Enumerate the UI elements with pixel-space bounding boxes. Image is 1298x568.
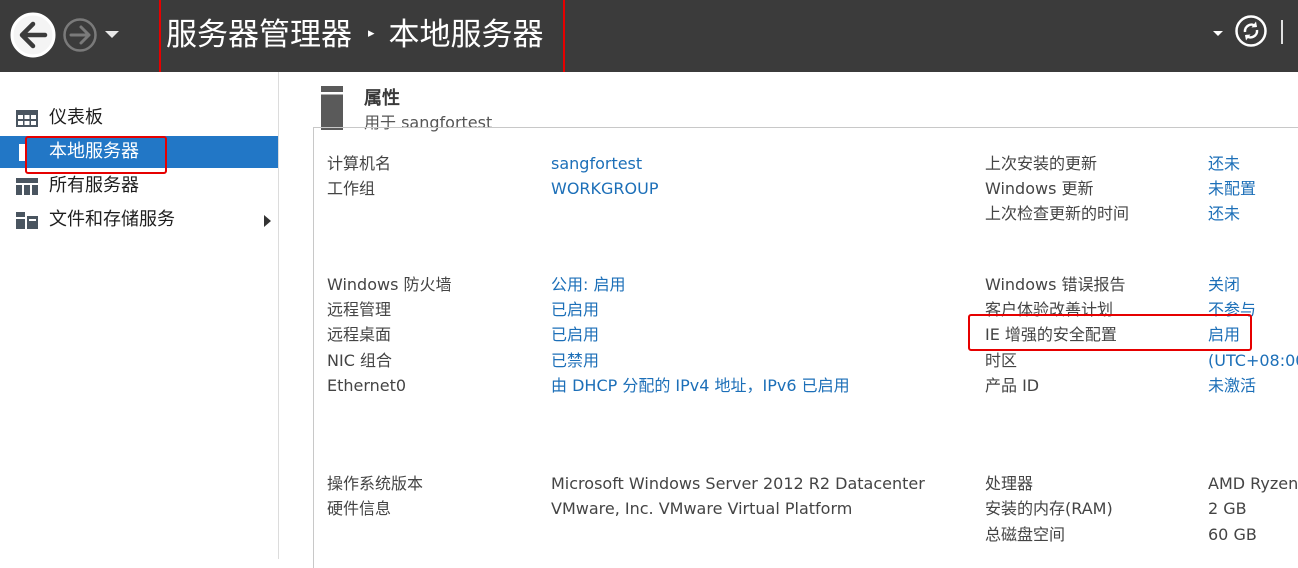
prop-label: Ethernet0: [327, 376, 407, 395]
sidebar-item-file-storage[interactable]: 文件和存储服务: [0, 204, 278, 236]
ceip-link[interactable]: 不参与: [1208, 298, 1298, 322]
prop-label: 安装的内存(RAM): [985, 499, 1113, 518]
prop-label: 产品 ID: [985, 376, 1040, 395]
computer-name-link[interactable]: sangfortest: [551, 152, 642, 176]
prop-label: Windows 防火墙: [327, 275, 452, 294]
prop-label: 时区: [985, 351, 1018, 370]
time-zone-link[interactable]: (UTC+08:00: [1208, 349, 1298, 373]
sidebar-item-all-servers[interactable]: 所有服务器: [0, 170, 278, 202]
prop-label: 客户体验改善计划: [985, 300, 1114, 319]
remote-management-link[interactable]: 已启用: [551, 298, 599, 322]
windows-update-link[interactable]: 未配置: [1208, 177, 1298, 201]
sidebar-item-local-server[interactable]: 本地服务器: [0, 136, 278, 168]
prop-label: 操作系统版本: [327, 474, 424, 493]
product-id-link[interactable]: 未激活: [1208, 374, 1298, 398]
prop-label: 上次检查更新的时间: [985, 204, 1130, 223]
refresh-dropdown-icon[interactable]: [1208, 23, 1228, 43]
sidebar-item-label: 本地服务器: [49, 141, 139, 162]
breadcrumb-root[interactable]: 服务器管理器: [166, 17, 352, 53]
sidebar-item-label: 仪表板: [49, 107, 103, 128]
error-reporting-link[interactable]: 关闭: [1208, 273, 1298, 297]
nic-teaming-link[interactable]: 已禁用: [551, 349, 599, 373]
prop-label: 处理器: [985, 474, 1034, 493]
forward-button[interactable]: [62, 17, 98, 53]
breadcrumb-current: 本地服务器: [388, 17, 544, 53]
sidebar: 仪表板 本地服务器 所有服务器 文件和存储服务: [0, 72, 279, 559]
properties-title: 属性: [364, 88, 400, 109]
breadcrumb-separator-icon: ▸: [368, 25, 375, 41]
remote-desktop-link[interactable]: 已启用: [551, 323, 599, 347]
history-dropdown-icon[interactable]: [102, 24, 122, 44]
firewall-link[interactable]: 公用: 启用: [551, 273, 625, 297]
prop-label: Windows 错误报告: [985, 275, 1126, 294]
refresh-icon[interactable]: [1234, 14, 1268, 48]
chevron-right-icon[interactable]: [263, 215, 272, 227]
last-installed-updates-link[interactable]: 还未: [1208, 152, 1298, 176]
server-tower-icon: [321, 86, 343, 130]
prop-label: Windows 更新: [985, 179, 1094, 198]
prop-label: NIC 组合: [327, 351, 392, 370]
last-checked-updates-link[interactable]: 还未: [1208, 202, 1298, 226]
prop-label: 计算机名: [327, 154, 392, 173]
dashboard-icon: [16, 110, 38, 127]
ram-value: 2 GB: [1208, 499, 1247, 518]
back-button[interactable]: [9, 11, 57, 59]
os-version-value: Microsoft Windows Server 2012 R2 Datacen…: [551, 474, 925, 493]
toolbar-divider: [1281, 20, 1283, 44]
ie-esc-link[interactable]: 启用: [1208, 323, 1298, 347]
prop-label: 总磁盘空间: [985, 525, 1066, 544]
file-storage-icon: [16, 212, 38, 229]
sidebar-item-label: 所有服务器: [49, 175, 139, 196]
title-bar: 服务器管理器 ▸ 本地服务器: [0, 0, 1298, 76]
prop-label: 硬件信息: [327, 499, 392, 518]
prop-label: 上次安装的更新: [985, 154, 1098, 173]
hardware-info-value: VMware, Inc. VMware Virtual Platform: [551, 499, 853, 518]
local-server-icon: [19, 144, 25, 161]
properties-panel: 计算机名 工作组 Windows 防火墙 远程管理 远程桌面 NIC 组合 Et…: [313, 127, 1298, 568]
disk-space-value: 60 GB: [1208, 525, 1257, 544]
sidebar-item-label: 文件和存储服务: [49, 209, 175, 230]
all-servers-icon: [16, 178, 38, 195]
breadcrumb: 服务器管理器 ▸ 本地服务器: [166, 13, 544, 57]
prop-label: 远程桌面: [327, 325, 392, 344]
processor-value: AMD Ryzen: [1208, 474, 1298, 493]
properties-pane: 属性 用于 sangfortest 计算机名 工作组 Windows 防火墙 远…: [279, 72, 1298, 568]
sidebar-item-dashboard[interactable]: 仪表板: [0, 102, 278, 134]
prop-label: 远程管理: [327, 300, 392, 319]
prop-label: 工作组: [327, 179, 376, 198]
prop-label: IE 增强的安全配置: [985, 325, 1117, 344]
ethernet0-link[interactable]: 由 DHCP 分配的 IPv4 地址，IPv6 已启用: [551, 374, 850, 398]
workgroup-link[interactable]: WORKGROUP: [551, 177, 659, 201]
